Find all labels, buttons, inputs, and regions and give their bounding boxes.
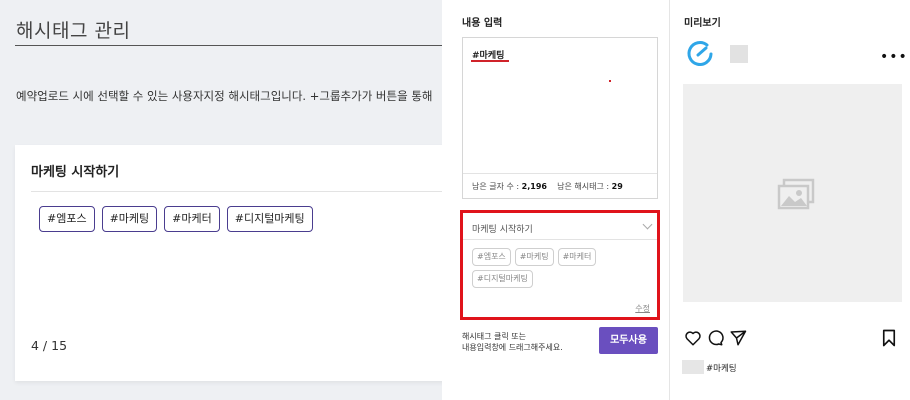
- spellcheck-underline: [471, 60, 509, 62]
- background-page: 해시태그 관리 예약업로드 시에 선택할 수 있는 사용자지정 해시태그입니다.…: [0, 0, 442, 400]
- preview-column: 미리보기 ••• #마케팅: [671, 0, 910, 400]
- selectable-hashtag[interactable]: #엠포스: [472, 248, 511, 266]
- usage-hint: 해시태그 클릭 또는 내용입력창에 드래그해주세요.: [462, 331, 563, 353]
- hashtag-chip[interactable]: #마케팅: [101, 206, 158, 232]
- chevron-down-icon: [642, 219, 653, 230]
- caption-username-placeholder: [682, 360, 704, 374]
- content-counter: 남은 글자 수 : 2,196 남은 해시태그 : 29: [463, 173, 657, 198]
- group-tag-list: #엠포스 #마케팅 #마케터 #디지털마케팅: [39, 206, 313, 232]
- title-divider: [15, 45, 442, 46]
- group-select-dropdown[interactable]: 마케팅 시작하기: [463, 213, 657, 240]
- comment-icon[interactable]: [706, 329, 724, 347]
- more-dots-icon[interactable]: •••: [880, 49, 908, 65]
- heart-icon[interactable]: [684, 329, 702, 347]
- use-all-button[interactable]: 모두사용: [599, 327, 658, 354]
- group-selector-highlight: 마케팅 시작하기 #엠포스 #마케팅 #마케터 #디지털마케팅 수정: [460, 210, 660, 320]
- selectable-hashtag[interactable]: #마케팅: [514, 248, 554, 266]
- content-textarea[interactable]: #마케팅 남은 글자 수 : 2,196 남은 해시태그 : 29: [462, 37, 658, 199]
- profile-ring-icon: [687, 41, 713, 66]
- tag-count: 4 / 15: [31, 338, 68, 353]
- content-input-column: 내용 입력 #마케팅 남은 글자 수 : 2,196 남은 해시태그 : 29 …: [442, 0, 670, 400]
- edit-link[interactable]: 수정: [635, 303, 650, 314]
- page-description: 예약업로드 시에 선택할 수 있는 사용자지정 해시태그입니다. +그룹추가가 …: [16, 89, 433, 103]
- hashtag-chip[interactable]: #엠포스: [39, 206, 95, 232]
- media-placeholder: [683, 84, 902, 302]
- hint-line: 해시태그 클릭 또는: [462, 332, 526, 341]
- cursor-mark: [609, 80, 611, 82]
- share-icon[interactable]: [729, 329, 747, 347]
- preview-caption: #마케팅: [706, 364, 737, 374]
- post-actions: [684, 329, 899, 349]
- bookmark-icon[interactable]: [881, 329, 897, 347]
- selectable-hashtag[interactable]: #마케터: [557, 248, 597, 266]
- image-icon: [777, 178, 815, 210]
- content-input-label: 내용 입력: [462, 18, 503, 29]
- card-divider: [31, 191, 442, 192]
- remaining-tags-value: 29: [611, 182, 623, 191]
- remaining-tags-label: 남은 해시태그 :: [557, 182, 612, 191]
- hashtag-modal: 내용 입력 #마케팅 남은 글자 수 : 2,196 남은 해시태그 : 29 …: [442, 0, 910, 400]
- selectable-tag-list: #엠포스 #마케팅 #마케터 #디지털마케팅: [472, 248, 652, 288]
- hashtag-group-card: 마케팅 시작하기 #엠포스 #마케팅 #마케터 #디지털마케팅 4 / 15: [15, 145, 442, 381]
- selectable-hashtag[interactable]: #디지털마케팅: [472, 270, 533, 288]
- hint-line: 내용입력창에 드래그해주세요.: [462, 343, 563, 352]
- group-select-value: 마케팅 시작하기: [472, 225, 533, 235]
- remaining-chars-label: 남은 글자 수 :: [472, 182, 522, 191]
- preview-label: 미리보기: [684, 18, 721, 29]
- hashtag-chip[interactable]: #마케터: [164, 206, 220, 232]
- username-placeholder: [730, 45, 748, 63]
- group-name: 마케팅 시작하기: [31, 165, 120, 180]
- remaining-chars-value: 2,196: [521, 182, 547, 191]
- hashtag-chip[interactable]: #디지털마케팅: [226, 206, 313, 232]
- page-title: 해시태그 관리: [16, 20, 131, 42]
